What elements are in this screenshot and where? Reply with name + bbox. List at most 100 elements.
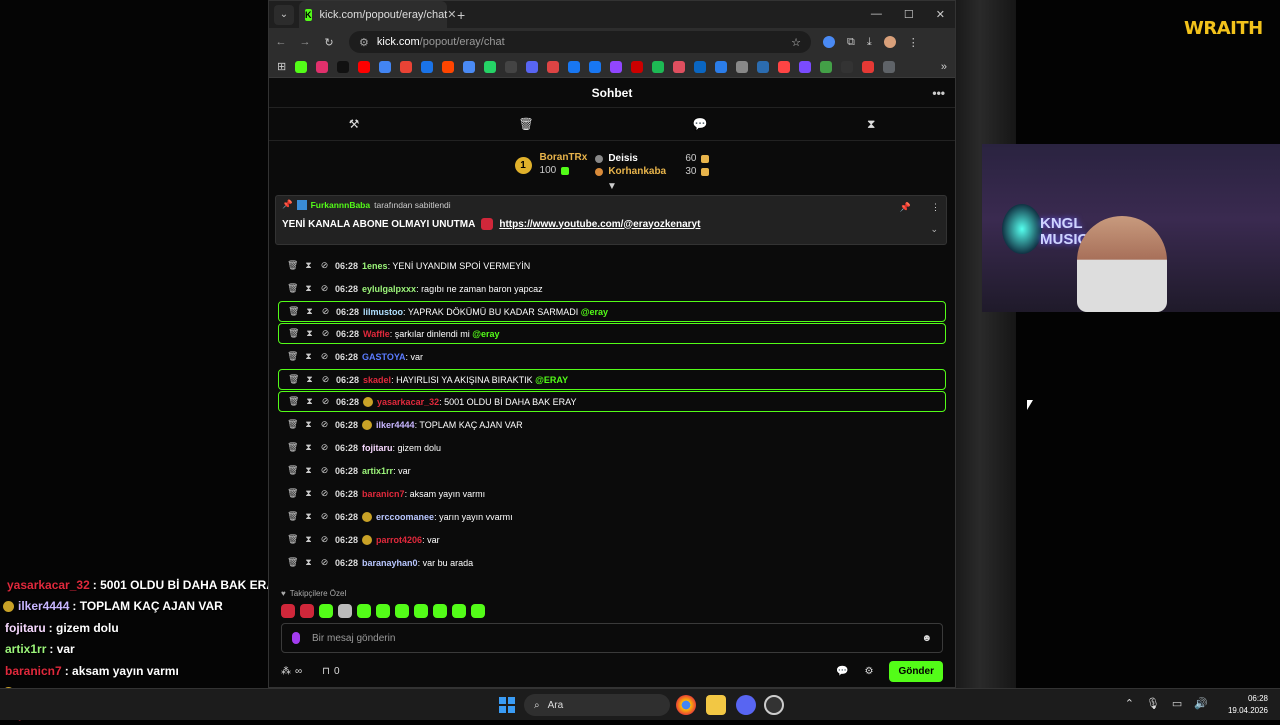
delete-icon[interactable]: 🗑 [287,283,298,294]
delete-icon[interactable]: 🗑 [288,306,299,317]
mic-icon[interactable] [292,632,300,644]
timeout-icon[interactable]: ⧗ [304,396,315,407]
emote-icon[interactable] [414,604,428,618]
file-explorer-icon[interactable] [706,695,726,715]
bookmark-icon[interactable] [715,60,728,73]
download-icon[interactable]: ⤓ [867,36,872,49]
reload-icon[interactable]: ↻ [317,36,341,49]
bookmark-icon[interactable] [757,60,770,73]
chevron-down-icon[interactable]: ⌄ [930,224,938,235]
leader-third-name[interactable]: Korhankaba [608,166,680,177]
ban-icon[interactable]: ⊘ [319,557,330,568]
more-bookmarks-icon[interactable]: » [941,61,947,73]
app-icon[interactable] [764,695,784,715]
url-field[interactable]: ⚙ kick.com /popout/eray/chat ☆ [349,31,811,53]
ban-icon[interactable]: ⊘ [320,396,331,407]
taskbar-search[interactable]: ⌕ Ara [524,694,670,716]
browser-tab[interactable]: K kick.com/popout/eray/chat ✕ [299,1,457,28]
new-tab-button[interactable]: + [457,7,465,23]
timeout-icon[interactable]: ⧗ [303,442,314,453]
bookmark-icon[interactable] [337,60,350,73]
bookmark-icon[interactable] [295,60,308,73]
emote-icon[interactable] [357,604,371,618]
users-icon[interactable]: ⁂ [281,666,291,677]
emote-icon[interactable] [338,604,352,618]
ban-icon[interactable]: ⊘ [319,351,330,362]
emote-icon[interactable] [471,604,485,618]
leader-first-name[interactable]: BoranTRx [540,152,588,163]
network-icon[interactable]: ▭ [1172,697,1182,710]
ban-icon[interactable]: ⊘ [319,511,330,522]
emote-icon[interactable] [395,604,409,618]
bookmark-icon[interactable] [610,60,623,73]
emote-icon[interactable] [319,604,333,618]
bookmark-icon[interactable] [631,60,644,73]
message-username[interactable]: skadel [363,375,391,385]
bookmark-icon[interactable] [358,60,371,73]
delete-icon[interactable]: 🗑 [287,465,298,476]
site-info-icon[interactable]: ⚙ [359,36,369,49]
delete-icon[interactable]: 🗑 [287,488,298,499]
emote-icon[interactable] [281,604,295,618]
forward-icon[interactable]: → [293,36,317,48]
leader-second-name[interactable]: Deisis [608,153,680,164]
message-username[interactable]: baranicn7 [362,489,405,499]
expand-icon[interactable]: ▼ [607,181,617,192]
menu-icon[interactable]: ⋮ [908,36,919,49]
bookmark-icon[interactable] [841,60,854,73]
timeout-icon[interactable]: ⧗ [303,260,314,271]
timeout-icon[interactable]: ⧗ [303,557,314,568]
message-username[interactable]: GASTOYA [362,352,406,362]
profile-avatar-icon[interactable] [883,36,896,48]
delete-icon[interactable]: 🗑 [287,511,298,522]
bookmark-icon[interactable] [862,60,875,73]
message-username[interactable]: Waffle [363,329,390,339]
message-username[interactable]: erccoomanee [376,512,434,522]
more-options-icon[interactable]: ••• [932,86,945,100]
timeout-icon[interactable]: ⧗ [303,534,314,545]
message-username[interactable]: eylulgalpxxx [362,284,416,294]
hammer-icon[interactable]: ⚒ [349,117,360,131]
ban-icon[interactable]: ⊘ [319,419,330,430]
bookmark-icon[interactable] [463,60,476,73]
chevron-up-icon[interactable]: ⌃ [1125,697,1134,710]
ban-icon[interactable]: ⊘ [319,534,330,545]
bookmark-icon[interactable] [547,60,560,73]
ban-icon[interactable]: ⊘ [319,465,330,476]
timeout-icon[interactable]: ⧗ [304,328,315,339]
ban-icon[interactable]: ⊘ [319,442,330,453]
message-username[interactable]: fojitaru [362,443,393,453]
bookmark-icon[interactable] [820,60,833,73]
tab-search-button[interactable]: ⌄ [274,4,294,25]
emote-icon[interactable] [433,604,447,618]
chat-settings-bubble-icon[interactable]: 💬 [836,666,848,677]
ban-icon[interactable]: ⊘ [319,488,330,499]
pinned-by-user[interactable]: FurkannnBaba [311,200,371,210]
trash-icon[interactable]: 🗑 [518,117,533,131]
mic-tray-icon[interactable]: 🎙 [1146,697,1160,710]
ban-icon[interactable]: ⊘ [320,374,331,385]
close-tab-icon[interactable]: ✕ [447,8,456,21]
close-window-button[interactable]: ✕ [936,8,945,21]
bookmark-icon[interactable] [484,60,497,73]
minimize-button[interactable]: — [871,8,882,21]
delete-icon[interactable]: 🗑 [287,260,298,271]
bookmark-icon[interactable] [421,60,434,73]
timeout-icon[interactable]: ⧗ [303,465,314,476]
emote-icon[interactable] [300,604,314,618]
bookmark-icon[interactable] [673,60,686,73]
ban-icon[interactable]: ⊘ [319,260,330,271]
message-username[interactable]: baranayhan0 [362,558,418,568]
emoji-icon[interactable]: ☻ [921,633,932,644]
bookmark-icon[interactable] [652,60,665,73]
timeout-icon[interactable]: ⧗ [303,419,314,430]
delete-icon[interactable]: 🗑 [287,534,298,545]
delete-icon[interactable]: 🗑 [287,557,298,568]
volume-icon[interactable]: 🔊 [1194,697,1208,710]
ban-icon[interactable]: ⊘ [320,328,331,339]
back-icon[interactable]: ← [269,36,293,48]
hourglass-icon[interactable]: ⧗ [867,117,875,132]
infinity-icon[interactable]: ∞ [295,666,302,677]
clock[interactable]: 06:28 19.04.2026 [1228,693,1268,717]
chat-bubble-icon[interactable]: 💬 [693,117,708,131]
